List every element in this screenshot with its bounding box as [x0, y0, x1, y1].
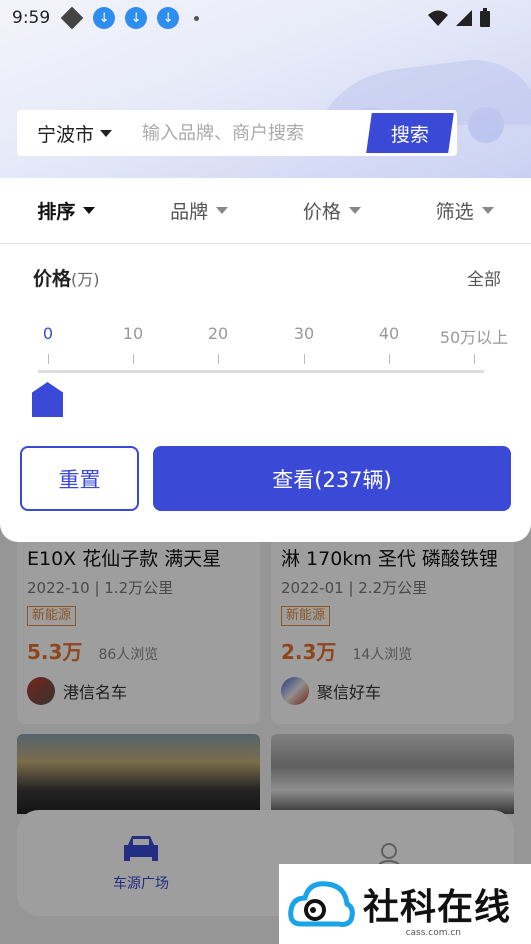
search-button-label: 搜索: [390, 123, 429, 146]
city-label: 宁波市: [37, 123, 95, 146]
price-title-text: 价格: [33, 268, 72, 290]
filter-panel: 排序 品牌 价格 筛选 价格(万) 全部 0 10 20 30 40 50万以上: [0, 178, 531, 542]
tick-label: 30: [293, 324, 315, 343]
search-input[interactable]: [142, 122, 369, 144]
panel-actions: 重置 查看(237辆): [20, 446, 511, 511]
tick-label: 0: [42, 324, 54, 343]
view-results-button[interactable]: 查看(237辆): [153, 446, 511, 511]
tab-sort[interactable]: 排序: [0, 197, 133, 224]
notification-icon: [60, 6, 84, 30]
download-icon: ↓: [125, 7, 148, 29]
header-hero: 9:59 ↓ ↓ ↓ 宁波市 搜索: [0, 0, 531, 180]
watermark-sub: cass.com.cn: [405, 928, 461, 938]
download-icon: ↓: [157, 7, 180, 29]
watermark-text: 社科在线: [363, 886, 512, 928]
tick-mark: [133, 354, 134, 364]
status-time: 9:59: [12, 8, 51, 28]
tick-mark: [304, 354, 305, 364]
chevron-down-icon: [348, 207, 361, 214]
tab-label: 品牌: [170, 201, 209, 223]
reset-button[interactable]: 重置: [20, 446, 139, 511]
tab-label: 排序: [37, 201, 76, 223]
status-bar: 9:59 ↓ ↓ ↓: [0, 0, 531, 36]
download-icon: ↓: [93, 7, 116, 29]
slider-thumb[interactable]: [32, 382, 63, 417]
filter-tabs: 排序 品牌 价格 筛选: [0, 178, 531, 244]
watermark: 社科在线 cass.com.cn: [279, 864, 531, 944]
price-title: 价格(万): [33, 264, 100, 291]
tab-label: 价格: [302, 201, 341, 223]
price-all-option[interactable]: 全部: [467, 265, 501, 290]
cloud-eye-logo: [288, 881, 355, 927]
tab-filter[interactable]: 筛选: [398, 197, 531, 224]
slider-track[interactable]: [38, 370, 484, 373]
price-slider[interactable]: 0 10 20 30 40 50万以上: [32, 324, 512, 424]
status-icons: [427, 8, 491, 28]
tick-mark: [474, 354, 475, 364]
city-selector[interactable]: 宁波市: [17, 120, 142, 147]
chevron-down-icon: [100, 129, 113, 137]
tick-label: 40: [378, 324, 400, 343]
tick-label: 10: [122, 324, 144, 343]
more-dot-icon: [194, 15, 200, 21]
tab-label: 筛选: [435, 201, 474, 223]
search-bar: 宁波市 搜索: [17, 110, 457, 156]
tick-label: 20: [207, 324, 229, 343]
price-unit: (万): [71, 270, 100, 289]
signal-icon: [456, 10, 472, 26]
battery-icon: [480, 8, 490, 27]
price-header: 价格(万) 全部: [33, 264, 501, 291]
chevron-down-icon: [481, 207, 494, 214]
tick-mark: [218, 354, 219, 364]
search-button[interactable]: 搜索: [366, 113, 454, 153]
tick-mark: [48, 354, 49, 364]
chevron-down-icon: [83, 207, 96, 214]
chevron-down-icon: [216, 207, 229, 214]
tab-price[interactable]: 价格: [266, 197, 399, 224]
tick-mark: [389, 354, 390, 364]
wifi-icon: [428, 10, 448, 26]
tick-label: 50万以上: [439, 328, 509, 347]
tab-brand[interactable]: 品牌: [133, 197, 266, 224]
